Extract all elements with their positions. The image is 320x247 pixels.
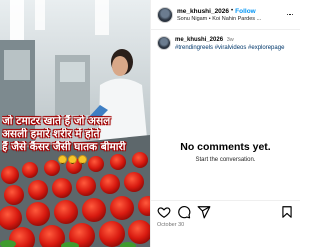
emoji-icon [78, 155, 87, 164]
overlay-line-2: असली हमारे शरीर में होते [2, 128, 100, 140]
comments-area[interactable]: me_khushi_2026 3w #trendingreels #viralv… [151, 30, 300, 200]
bookmark-glyph [282, 205, 292, 218]
caption-username-link[interactable]: me_khushi_2026 [175, 37, 223, 43]
post-media[interactable]: जो टमाटर खाते हैं जो असल असली हमारे शरीर… [0, 0, 150, 247]
emoji-icon [68, 155, 77, 164]
empty-comments-subtitle: Start the conversation. [195, 157, 256, 163]
more-icon[interactable] [284, 13, 296, 16]
heart-glyph [157, 206, 171, 218]
empty-comments-state: No comments yet. Start the conversation. [151, 141, 300, 163]
post-header: me_khushi_2026 • Follow Sonu Nigam • Koi… [151, 0, 300, 30]
bookmark-icon[interactable] [280, 205, 294, 219]
caption-row: me_khushi_2026 3w #trendingreels #viralv… [157, 36, 294, 52]
post-date: October 30 [157, 222, 185, 228]
emoji-row [58, 155, 87, 164]
video-text-overlay: जो टमाटर खाते हैं जो असल असली हमारे शरीर… [2, 115, 148, 154]
comment-glyph [178, 205, 191, 218]
heart-icon[interactable] [157, 205, 171, 219]
overlay-line-1: जो टमाटर खाते हैं जो असल [2, 115, 111, 127]
emoji-icon [58, 155, 67, 164]
header-top-row: me_khushi_2026 • Follow [177, 8, 284, 15]
header-text: me_khushi_2026 • Follow Sonu Nigam • Koi… [177, 8, 284, 22]
post-side-panel: me_khushi_2026 • Follow Sonu Nigam • Koi… [150, 0, 300, 247]
caption-avatar[interactable] [157, 36, 171, 50]
separator-dot: • [231, 8, 234, 14]
send-icon[interactable] [197, 205, 211, 219]
send-glyph [197, 205, 211, 218]
caption-time: 3w [226, 37, 234, 43]
more-dot [289, 13, 291, 16]
more-dot [291, 13, 294, 16]
add-comment-area[interactable] [151, 233, 300, 247]
username-link[interactable]: me_khushi_2026 [177, 8, 229, 15]
comment-icon[interactable] [177, 205, 191, 219]
audio-link[interactable]: Sonu Nigam • Koi Nahin Pardes ... [177, 16, 284, 22]
avatar[interactable] [157, 6, 173, 23]
overlay-line-3: हैं जैसे कैंसर जैसी घातक बीमारी [2, 141, 126, 153]
caption-text: me_khushi_2026 3w #trendingreels #viralv… [175, 36, 284, 52]
more-dot [286, 13, 289, 16]
follow-button[interactable]: Follow [235, 8, 256, 15]
caption-hashtags[interactable]: #trendingreels #viralvideos #explorepage [175, 45, 284, 51]
action-bar [151, 200, 300, 222]
instagram-post: जो टमाटर खाते हैं जो असल असली हमारे शरीर… [0, 0, 300, 247]
empty-comments-title: No comments yet. [180, 141, 271, 153]
